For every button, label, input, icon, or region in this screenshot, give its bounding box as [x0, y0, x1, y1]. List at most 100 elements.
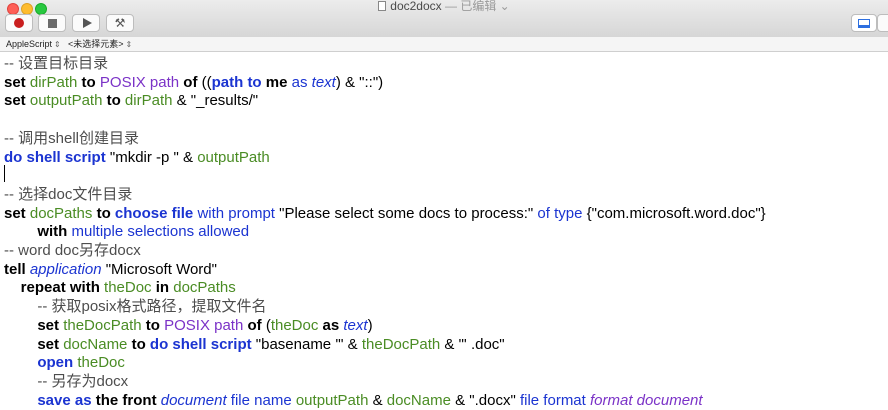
code-token: -- 另存为docx	[37, 372, 129, 390]
record-icon	[14, 18, 24, 28]
code-line[interactable]: set dirPath to POSIX path of ((path to m…	[4, 74, 383, 93]
code-line[interactable]: do shell script "mkdir -p " & outputPath	[4, 149, 270, 168]
code-token: docPaths	[29, 204, 93, 222]
window-title: doc2docx — 已编辑 ⌄	[0, 0, 888, 13]
code-token: {"com.microsoft.word.doc"}	[582, 204, 766, 222]
compile-button[interactable]: ⚒	[106, 14, 134, 32]
navigation-bar: AppleScript ⇕ <未选择元素> ⇕	[0, 37, 888, 52]
code-line[interactable]: repeat with theDoc in docPaths	[4, 279, 236, 298]
code-line[interactable]: set docName to do shell script "basename…	[4, 335, 504, 355]
code-token: me	[265, 73, 288, 91]
code-token: of	[243, 316, 266, 334]
code-token: theDoc	[77, 354, 125, 372]
code-token: repeat with	[20, 279, 105, 297]
code-token: choose file	[114, 204, 194, 222]
element-label: <未选择元素>	[68, 39, 124, 49]
code-token: &	[368, 391, 387, 409]
code-token: set	[4, 73, 30, 91]
code-token: ) & "::")	[335, 73, 384, 91]
code-token: file format	[519, 391, 586, 409]
code-token: of	[179, 73, 202, 91]
code-token: document	[160, 391, 227, 409]
code-token: docName	[63, 335, 128, 353]
show-log-button[interactable]	[851, 14, 877, 32]
code-token: dirPath	[29, 73, 78, 91]
code-token: "mkdir -p " &	[105, 148, 198, 166]
code-token: text	[311, 73, 336, 91]
code-token: -- 调用shell创建目录	[4, 129, 140, 147]
code-token: to	[92, 204, 115, 222]
code-token: theDoc	[270, 316, 319, 334]
run-button[interactable]	[72, 14, 100, 32]
chevron-updown-icon: ⇕	[125, 40, 133, 49]
code-line[interactable]: -- 获取posix格式路径，提取文件名	[4, 298, 267, 317]
code-token: save as	[37, 391, 92, 409]
code-token: text	[343, 316, 368, 334]
code-line[interactable]: -- 另存为docx	[4, 373, 128, 392]
code-line[interactable]: open theDoc	[4, 354, 125, 373]
code-token: -- 获取posix格式路径，提取文件名	[37, 298, 267, 316]
code-token: -- 设置目标目录	[4, 55, 109, 72]
code-token: set	[37, 335, 64, 353]
code-token: docPaths	[173, 279, 236, 297]
code-token: to	[102, 92, 125, 110]
code-token: POSIX path	[99, 73, 180, 91]
code-line[interactable]: set theDocPath to POSIX path of (theDoc …	[4, 316, 373, 336]
code-token: set	[37, 316, 64, 334]
code-token: & ".docx"	[450, 391, 520, 409]
code-token: theDocPath	[361, 335, 441, 353]
edited-status[interactable]: — 已编辑 ⌄	[442, 0, 510, 13]
code-token: path to	[211, 73, 262, 91]
code-token: tell	[4, 260, 30, 278]
code-line[interactable]: set outputPath to dirPath & "_results/"	[4, 92, 258, 111]
code-line[interactable]: tell application "Microsoft Word"	[4, 261, 217, 280]
code-token: as	[291, 73, 308, 91]
stop-button[interactable]	[38, 14, 66, 32]
chevron-updown-icon: ⇕	[54, 40, 61, 49]
code-token: to	[127, 335, 150, 353]
text-cursor	[4, 165, 5, 182]
code-token: -- 选择doc文件目录	[4, 185, 133, 203]
code-token: multiple selections allowed	[71, 223, 250, 241]
code-token: dirPath	[124, 92, 173, 110]
script-editor[interactable]: -- 设置目标目录 set dirPath to POSIX path of ((…	[0, 55, 888, 409]
code-token: )	[367, 316, 373, 334]
code-token: file name	[230, 391, 292, 409]
code-token: do shell script	[149, 335, 252, 353]
code-token: & "_results/"	[172, 92, 259, 110]
code-token: as	[322, 316, 340, 334]
code-token: -- word doc另存docx	[4, 242, 141, 259]
hammer-icon: ⚒	[114, 16, 126, 30]
code-line[interactable]: -- 调用shell创建目录	[4, 130, 139, 149]
code-token: theDocPath	[63, 316, 142, 334]
code-line[interactable]: save as the front document file name out…	[4, 391, 702, 410]
code-token: "basename '" &	[251, 335, 362, 353]
code-token: application	[29, 260, 102, 278]
code-line[interactable]: -- 选择doc文件目录	[4, 186, 132, 205]
stop-icon	[47, 18, 57, 28]
code-line[interactable]: -- 设置目标目录	[4, 55, 108, 74]
element-selector[interactable]: <未选择元素> ⇕	[68, 38, 132, 51]
code-token: docName	[386, 391, 451, 409]
code-token: set	[4, 92, 30, 110]
code-token: outputPath	[295, 391, 369, 409]
code-token: ((	[201, 73, 212, 91]
code-line[interactable]: -- word doc另存docx	[4, 242, 141, 261]
code-token: "Please select some docs to process:"	[274, 204, 538, 222]
code-token: to	[141, 316, 165, 334]
code-token: with prompt	[197, 204, 275, 222]
code-line[interactable]: set docPaths to choose file with prompt …	[4, 205, 766, 224]
code-token: open	[37, 354, 74, 372]
record-button[interactable]	[5, 14, 33, 32]
language-selector[interactable]: AppleScript ⇕	[6, 38, 61, 51]
code-token: to	[77, 73, 100, 91]
code-line[interactable]: with multiple selections allowed	[4, 223, 249, 242]
document-icon	[378, 1, 387, 11]
toggle-pane-button[interactable]	[877, 14, 888, 32]
